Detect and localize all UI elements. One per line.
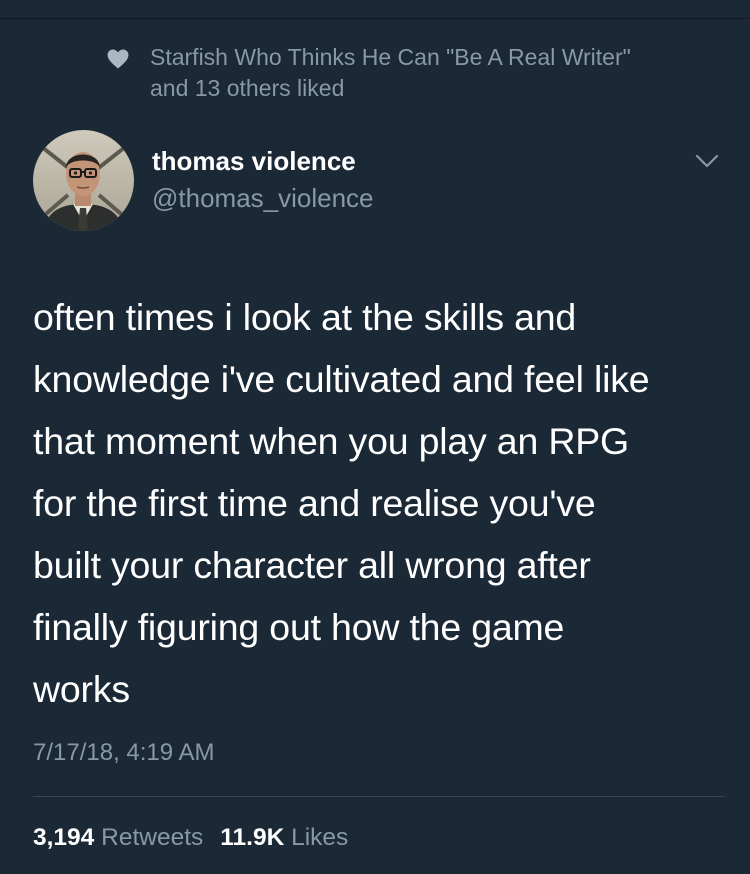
tweet-text-line: for the first time and realise you've	[33, 482, 596, 524]
chevron-down-icon[interactable]	[692, 150, 722, 172]
divider	[33, 796, 725, 797]
retweets-count: 3,194	[33, 824, 95, 851]
author-name[interactable]: thomas violence	[152, 144, 356, 178]
social-context-line2: and 13 others liked	[150, 75, 345, 101]
tweet-timestamp[interactable]: 7/17/18, 4:19 AM	[33, 737, 214, 769]
social-context-line1: Starfish Who Thinks He Can "Be A Real Wr…	[150, 44, 631, 70]
tweet-text-line: built your character all wrong after	[33, 544, 591, 586]
tweet-text-line: that moment when you play an RPG	[33, 420, 629, 462]
retweets-stat[interactable]: 3,194 Retweets	[33, 822, 203, 854]
tweet-text: often times i look at the skills and kno…	[33, 286, 723, 720]
retweets-label: Retweets	[101, 824, 204, 851]
tweet-text-line: finally figuring out how the game	[33, 606, 565, 648]
tweet-text-line: knowledge i've cultivated and feel like	[33, 358, 650, 400]
likes-label: Likes	[291, 824, 349, 851]
heart-icon	[107, 49, 129, 69]
tweet-text-line: works	[33, 668, 130, 710]
author-handle[interactable]: @thomas_violence	[152, 181, 374, 215]
top-bar	[0, 0, 750, 19]
avatar[interactable]	[33, 130, 134, 231]
social-context: Starfish Who Thinks He Can "Be A Real Wr…	[107, 42, 727, 104]
likes-stat[interactable]: 11.9K Likes	[220, 822, 348, 854]
tweet-text-line: often times i look at the skills and	[33, 296, 577, 338]
social-context-text[interactable]: Starfish Who Thinks He Can "Be A Real Wr…	[150, 42, 631, 104]
likes-count: 11.9K	[220, 824, 285, 851]
tweet-stats: 3,194 Retweets 11.9K Likes	[33, 822, 365, 854]
